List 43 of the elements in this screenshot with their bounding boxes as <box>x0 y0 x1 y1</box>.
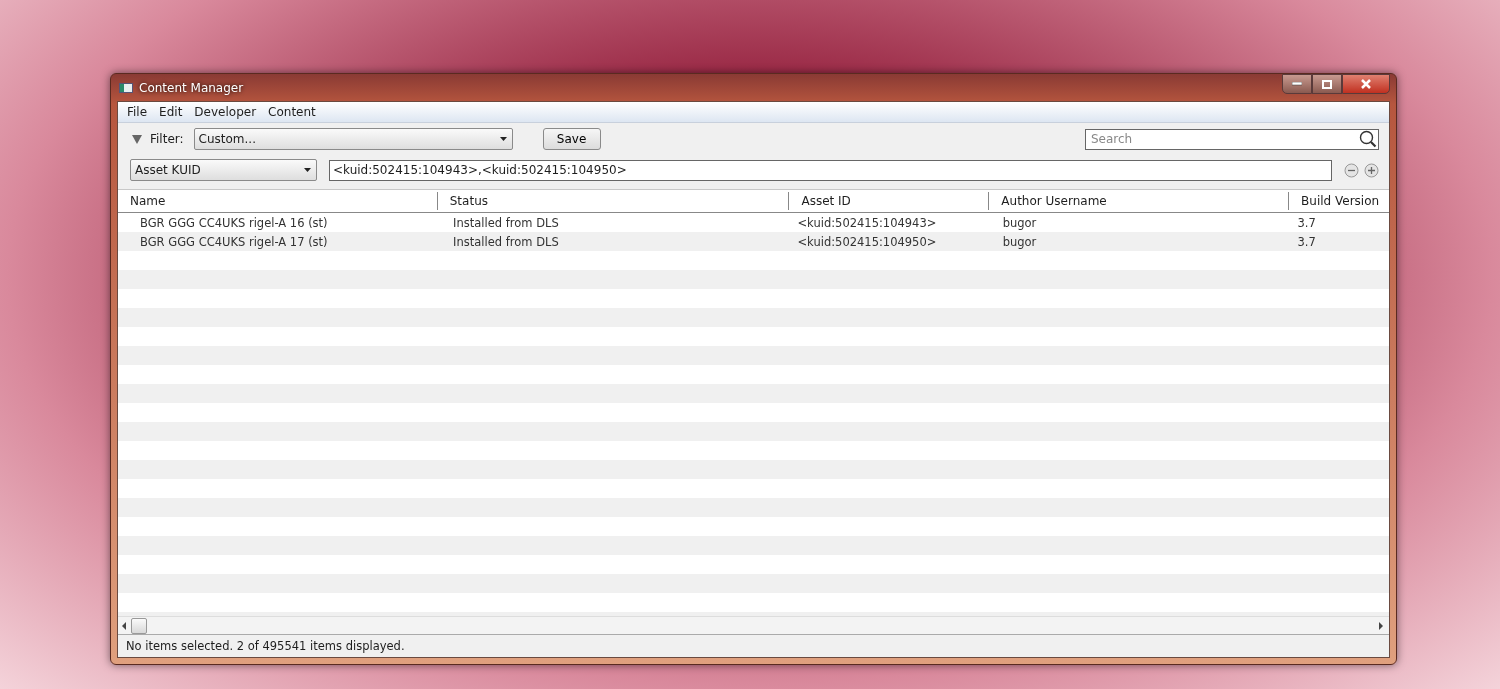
minimize-button[interactable] <box>1282 74 1312 94</box>
field-dropdown[interactable]: Asset KUID <box>130 159 317 181</box>
maximize-button[interactable] <box>1312 74 1342 94</box>
collapse-triangle-icon[interactable] <box>132 134 142 144</box>
menu-item[interactable]: Content <box>262 105 322 119</box>
search-icon <box>1359 129 1377 148</box>
table-cell: <kuid:502415:104943> <box>797 215 937 230</box>
close-icon <box>1360 79 1372 89</box>
table-cell: bugor <box>1002 215 1037 230</box>
column-header[interactable]: Author Username <box>989 192 1290 210</box>
caret-icon <box>499 137 507 141</box>
filter-dropdown[interactable]: Custom... <box>193 128 513 150</box>
table-cell: BGR GGG CC4UKS rigel-A 17 (st) <box>140 234 328 249</box>
table-cell: Installed from DLS <box>453 234 559 249</box>
query-field[interactable]: <kuid:502415:104943>,<kuid:502415:104950> <box>329 159 1332 181</box>
table-cell: <kuid:502415:104950> <box>797 234 937 249</box>
menu-item[interactable]: File <box>121 105 154 119</box>
table-cell: 3.7 <box>1297 215 1316 230</box>
save-button[interactable]: Save <box>542 128 601 150</box>
window-icon <box>119 82 133 93</box>
minimize-icon <box>1292 82 1302 86</box>
search-field[interactable]: Search <box>1085 128 1379 150</box>
remove-icon[interactable] <box>1344 162 1359 178</box>
status-bar-text: No items selected. 2 of 495541 items displayed. <box>118 634 1389 657</box>
menu-item[interactable]: Edit <box>153 105 189 119</box>
table-cell: bugor <box>1002 234 1037 249</box>
table-cell: Installed from DLS <box>453 215 559 230</box>
menu-item[interactable]: Developer <box>188 105 263 119</box>
scrollbar-thumb[interactable] <box>131 617 147 634</box>
column-header[interactable]: Build Version <box>1289 192 1389 210</box>
caret-icon <box>304 168 311 172</box>
scroll-right-icon[interactable] <box>1378 621 1384 630</box>
column-header[interactable]: Asset ID <box>789 192 990 210</box>
table-cell: 3.7 <box>1297 234 1316 249</box>
table-cell: BGR GGG CC4UKS rigel-A 16 (st) <box>140 215 328 230</box>
column-header[interactable]: Status <box>437 192 790 210</box>
add-icon[interactable] <box>1364 162 1379 178</box>
maximize-icon <box>1322 79 1332 89</box>
filter-label: Filter: <box>150 132 184 146</box>
scroll-left-icon[interactable] <box>121 621 127 630</box>
window-title: Content Manager <box>139 80 244 95</box>
column-header[interactable]: Name <box>118 192 438 210</box>
close-button[interactable] <box>1342 74 1390 94</box>
